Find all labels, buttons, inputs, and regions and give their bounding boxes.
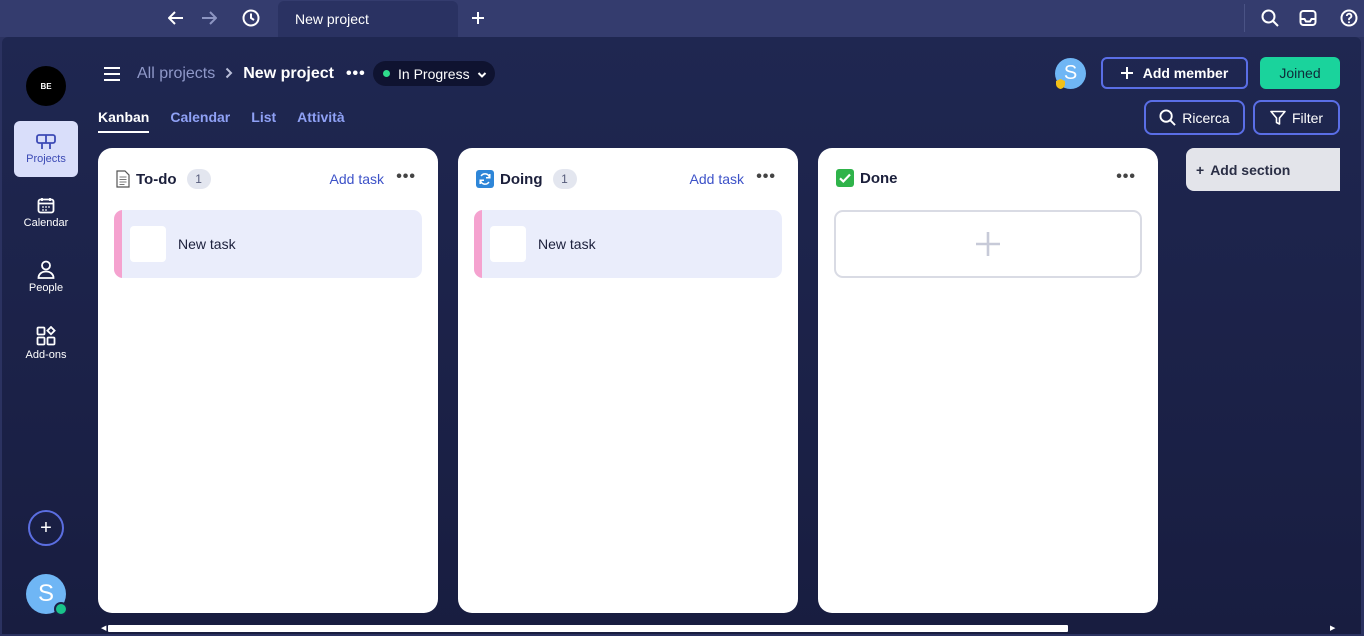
- search-label: Ricerca: [1182, 109, 1230, 126]
- chevron-down-icon: [477, 67, 487, 83]
- status-dropdown[interactable]: In Progress: [373, 61, 495, 86]
- breadcrumb: All projects New project •••: [137, 62, 366, 86]
- arrow-right-icon[interactable]: [198, 7, 220, 29]
- arrow-left-icon[interactable]: [165, 7, 187, 29]
- plus-icon: [1120, 67, 1133, 79]
- kanban-column-doing: Doing 1 Add task ••• New task: [458, 148, 798, 613]
- plus-icon: +: [1196, 161, 1205, 178]
- plus-icon[interactable]: [467, 7, 489, 29]
- column-title: Doing: [500, 170, 543, 188]
- tab-calendar[interactable]: Calendar: [170, 109, 230, 133]
- member-avatar[interactable]: S: [1055, 58, 1086, 89]
- tab-list[interactable]: List: [251, 109, 276, 133]
- add-section-label: Add section: [1210, 161, 1291, 178]
- refresh-icon: [476, 170, 494, 188]
- clock-icon[interactable]: [240, 7, 262, 29]
- left-rail: BE Projects Calendar People Add-ons + S: [2, 37, 90, 634]
- task-checkbox[interactable]: [490, 226, 526, 262]
- chevron-right-icon: [225, 66, 233, 82]
- add-task-placeholder[interactable]: [834, 210, 1142, 278]
- column-more-button[interactable]: •••: [756, 168, 776, 186]
- search-icon: [1159, 109, 1176, 126]
- column-header: Done: [836, 169, 898, 187]
- scroll-left-arrow-icon[interactable]: ◀: [101, 624, 106, 632]
- avatar-letter: S: [37, 580, 54, 607]
- column-header: To-do 1: [116, 169, 211, 189]
- joined-button[interactable]: Joined: [1260, 57, 1340, 89]
- hamburger-menu-icon[interactable]: [102, 65, 122, 83]
- help-icon[interactable]: [1338, 7, 1360, 29]
- add-workspace-button[interactable]: +: [28, 510, 64, 546]
- kanban-column-done: Done •••: [818, 148, 1158, 613]
- add-task-button[interactable]: Add task: [690, 171, 744, 187]
- search-icon[interactable]: [1259, 7, 1281, 29]
- column-more-button[interactable]: •••: [396, 168, 416, 186]
- add-member-button[interactable]: Add member: [1101, 57, 1248, 89]
- add-task-button[interactable]: Add task: [330, 171, 384, 187]
- tab-new-project[interactable]: New project: [278, 1, 458, 37]
- plus-icon: +: [40, 516, 52, 539]
- task-name: New task: [538, 236, 596, 252]
- breadcrumb-all-projects[interactable]: All projects: [137, 65, 215, 83]
- addons-icon: [36, 325, 56, 345]
- task-color-bar: [114, 210, 122, 278]
- column-header: Doing 1: [476, 169, 577, 189]
- checkmark-icon: [836, 169, 854, 187]
- tab-kanban[interactable]: Kanban: [98, 109, 150, 133]
- rail-item-calendar[interactable]: Calendar: [14, 185, 78, 241]
- app-window: BE Projects Calendar People Add-ons + S: [2, 37, 1361, 634]
- add-section-button[interactable]: + Add section: [1186, 148, 1340, 191]
- plus-icon: [976, 232, 1000, 256]
- board-icon: [36, 133, 56, 149]
- online-status-dot: [54, 602, 68, 616]
- status-label: In Progress: [398, 65, 470, 82]
- rail-item-addons[interactable]: Add-ons: [14, 315, 78, 371]
- rail-item-people[interactable]: People: [14, 249, 78, 305]
- inbox-icon[interactable]: [1297, 7, 1319, 29]
- avatar-letter: S: [1063, 62, 1078, 84]
- user-avatar[interactable]: S: [26, 574, 68, 616]
- filter-icon: [1270, 110, 1286, 125]
- calendar-icon: [37, 198, 55, 214]
- task-count-badge: 1: [186, 169, 211, 189]
- tab-label: New project: [295, 11, 369, 27]
- column-title: To-do: [136, 170, 177, 188]
- tab-attivita[interactable]: Attività: [297, 109, 344, 133]
- logo-text: BE: [40, 81, 52, 91]
- task-name: New task: [178, 236, 236, 252]
- title-bar: New project: [0, 0, 1364, 37]
- filter-label: Filter: [1291, 109, 1324, 126]
- column-more-button[interactable]: •••: [1116, 168, 1136, 186]
- task-card[interactable]: New task: [114, 210, 422, 278]
- filter-button[interactable]: Filter: [1253, 100, 1340, 135]
- search-button[interactable]: Ricerca: [1144, 100, 1245, 135]
- rail-item-label: Add-ons: [25, 348, 67, 361]
- rail-item-label: Calendar: [23, 217, 69, 229]
- rail-item-label: People: [28, 282, 64, 294]
- column-title: Done: [860, 169, 898, 187]
- view-tabs: Kanban Calendar List Attività: [98, 109, 345, 133]
- person-icon: [37, 260, 55, 279]
- workspace-logo[interactable]: BE: [26, 66, 66, 106]
- page-icon: [116, 170, 130, 188]
- divider: [1244, 4, 1245, 32]
- task-card[interactable]: New task: [474, 210, 782, 278]
- project-more-button[interactable]: •••: [346, 65, 366, 83]
- task-color-bar: [474, 210, 482, 278]
- page-title: New project: [243, 65, 334, 82]
- shield-icon: [1056, 79, 1065, 89]
- horizontal-scrollbar[interactable]: ◀ ▶: [98, 622, 1338, 634]
- task-count-badge: 1: [552, 169, 577, 189]
- scroll-right-arrow-icon[interactable]: ▶: [1330, 624, 1335, 632]
- task-checkbox[interactable]: [130, 226, 166, 262]
- kanban-column-todo: To-do 1 Add task ••• New task: [98, 148, 438, 613]
- add-member-label: Add member: [1142, 65, 1229, 81]
- rail-item-projects[interactable]: Projects: [14, 121, 78, 177]
- scrollbar-thumb[interactable]: [108, 625, 1068, 632]
- status-dot: [383, 70, 390, 77]
- joined-label: Joined: [1279, 65, 1321, 81]
- rail-item-label: Projects: [26, 152, 66, 165]
